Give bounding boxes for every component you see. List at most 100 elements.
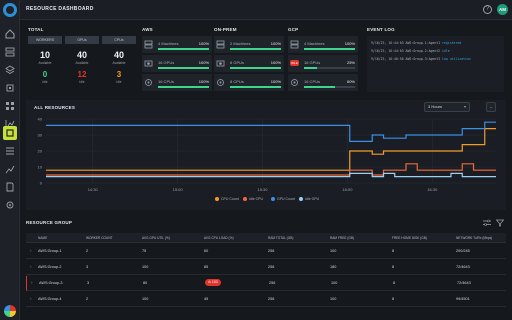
legend-label: GPU Count — [277, 197, 295, 201]
utilization-bar — [158, 86, 209, 88]
column-header[interactable]: RAM TOTAL (GB) — [268, 236, 293, 240]
table-header: NAME WORKER COUNT AVG GPU UTIL (%) AVG CPU … — [26, 233, 506, 243]
sidebar-item-layers[interactable] — [3, 63, 17, 77]
app-logo[interactable] — [3, 3, 17, 17]
total-idle-count: 12 — [77, 70, 87, 79]
column-header[interactable]: WORKER COUNT — [86, 236, 113, 240]
header-bar: RESOURCE DASHBOARD ? AM — [20, 0, 512, 20]
table-row[interactable]: › AWS:Group-2 3 100 85 256 180 8 72/4643 — [26, 260, 506, 275]
cloud-resource-row: 16 GPUs 100% — [142, 55, 212, 72]
column-header[interactable]: NAME — [38, 236, 47, 240]
table-cell-ram-total: 256 — [269, 281, 276, 285]
table-row[interactable]: › AWS:Group-3 3 80 ⊘ 100 256 100 8 72/4643 — [26, 276, 506, 291]
table-cell-gpu: 80 — [143, 281, 148, 285]
table-row[interactable]: › AWS:Group-4 2 100 45 256 100 8 99/4501 — [26, 292, 506, 307]
table-cell-net: 200/245 — [456, 249, 470, 253]
sidebar-item-document[interactable] — [3, 180, 17, 194]
cloud-resource-row: 4 Machines 100% — [288, 36, 358, 53]
cloud-resource-percent: 100% — [344, 41, 355, 46]
cpu-load-value: 100 — [211, 280, 218, 284]
utilization-bar — [304, 67, 355, 69]
table-cell-disk: 8 — [392, 297, 395, 301]
sidebar-item-chart-up[interactable] — [3, 162, 17, 176]
legend-item[interactable]: GPU Count — [271, 197, 295, 201]
sidebar — [0, 0, 20, 320]
table-row[interactable]: › AWS:Group-1 2 75 60 256 100 8 200/245 — [26, 244, 506, 259]
table-cell-ram-free: 100 — [331, 281, 338, 285]
legend-item[interactable]: CPU Count — [215, 197, 239, 201]
legend-item[interactable]: Idle GPU — [299, 197, 319, 201]
chevron-right-icon[interactable]: › — [31, 280, 33, 285]
event-log-entry: 9/18/23, 16:46:50 AWS:Group-3:Agent3 low… — [371, 57, 471, 61]
x-tick-label: 16:00 — [342, 187, 353, 192]
cloud-resource-row: 4 Machines 100% — [142, 36, 212, 53]
utilization-bar — [158, 48, 209, 50]
column-header[interactable]: FREE HOME DISK (GB) — [392, 236, 427, 240]
utilization-bar — [158, 67, 209, 69]
total-panel: WORKERS 10 Available 0 Idle GPUs 40 Available 12… — [28, 36, 136, 92]
event-status: low utilization — [442, 57, 471, 61]
cloud-resource-label: 8 CPUs — [230, 79, 244, 84]
legend-item[interactable]: Idle CPU — [243, 197, 263, 201]
legend-swatch — [215, 197, 219, 201]
chart-title: ALL RESOURCES — [34, 105, 76, 110]
utilization-bar — [230, 67, 281, 69]
sidebar-item-home[interactable] — [3, 27, 17, 41]
legend-swatch — [299, 197, 303, 201]
server-icon — [144, 40, 153, 49]
chip-icon — [6, 84, 14, 92]
cloud-resource-row: 8 GPUs 100% — [214, 55, 284, 72]
cloud-resource-label: 8 GPUs — [230, 60, 245, 65]
cloud-label: ON-PREM — [214, 27, 237, 32]
table-cell-ram-total: 256 — [268, 297, 275, 301]
table-cell-disk: 8 — [393, 281, 396, 285]
filter-icon[interactable] — [496, 219, 504, 227]
event-status: idle — [442, 49, 450, 53]
y-tick-label: 30 — [38, 133, 43, 138]
total-idle-label: Idle — [79, 80, 85, 84]
chevron-right-icon[interactable]: › — [30, 264, 32, 269]
sidebar-item-server[interactable] — [3, 45, 17, 59]
total-available-count: 40 — [76, 50, 87, 60]
chevron-right-icon[interactable]: › — [30, 248, 32, 253]
cpu-icon — [217, 79, 224, 86]
x-tick-label: 16:30 — [427, 187, 438, 192]
table-cell-net: 99/4501 — [456, 297, 470, 301]
column-header[interactable]: NETWORK Tx/Rx (Mbps) — [456, 236, 492, 240]
time-range-select[interactable]: 3 Hours ▾ — [424, 102, 470, 112]
column-header[interactable]: RAM FREE (GB) — [330, 236, 354, 240]
utilization-bar — [304, 86, 355, 88]
cpu-icon — [145, 79, 152, 86]
cloud-resource-row: IDLE 16 GPUs 25% — [288, 55, 358, 72]
sidebar-item-list[interactable] — [3, 144, 17, 158]
total-column-header: WORKERS — [28, 36, 62, 44]
sidebar-item-grid[interactable] — [3, 99, 17, 113]
grid-icon — [6, 102, 14, 110]
cloud-resource-percent: 100% — [270, 60, 281, 65]
cloud-panel-gcp: 4 Machines 100% IDLE 16 GPUs 25% 16 CPUs 60% — [288, 36, 358, 92]
table-cell-ram-free: 100 — [330, 249, 337, 253]
sidebar-item-chip[interactable] — [3, 81, 17, 95]
help-icon[interactable]: ? — [483, 5, 492, 14]
table-cell-name: AWS:Group-1 — [38, 249, 62, 253]
pinwheel-icon[interactable] — [4, 305, 16, 317]
column-header[interactable]: AVG GPU UTIL (%) — [142, 236, 170, 240]
utilization-fill — [158, 48, 209, 50]
sidebar-item-settings[interactable] — [3, 198, 17, 212]
filter-sliders-icon[interactable] — [483, 219, 491, 227]
cloud-resource-percent: 25% — [346, 60, 355, 65]
cloud-label: GCP — [288, 27, 299, 32]
time-range-value: 3 Hours — [428, 104, 443, 109]
table-cell-cpu: 45 — [204, 297, 209, 301]
series-line-gpu-count — [46, 121, 496, 142]
settings-icon — [6, 201, 14, 209]
total-available-count: 40 — [113, 50, 124, 60]
y-tick-label: 40 — [38, 117, 43, 122]
column-header[interactable]: AVG CPU LOAD (%) — [204, 236, 234, 240]
table-cell-workers: 3 — [87, 281, 90, 285]
expand-chart-button[interactable]: ⌄ — [486, 102, 496, 112]
sidebar-item-group[interactable] — [3, 126, 17, 140]
chevron-right-icon[interactable]: › — [30, 296, 32, 301]
cloud-resource-percent: 100% — [270, 79, 281, 84]
avatar[interactable]: AM — [497, 4, 508, 15]
